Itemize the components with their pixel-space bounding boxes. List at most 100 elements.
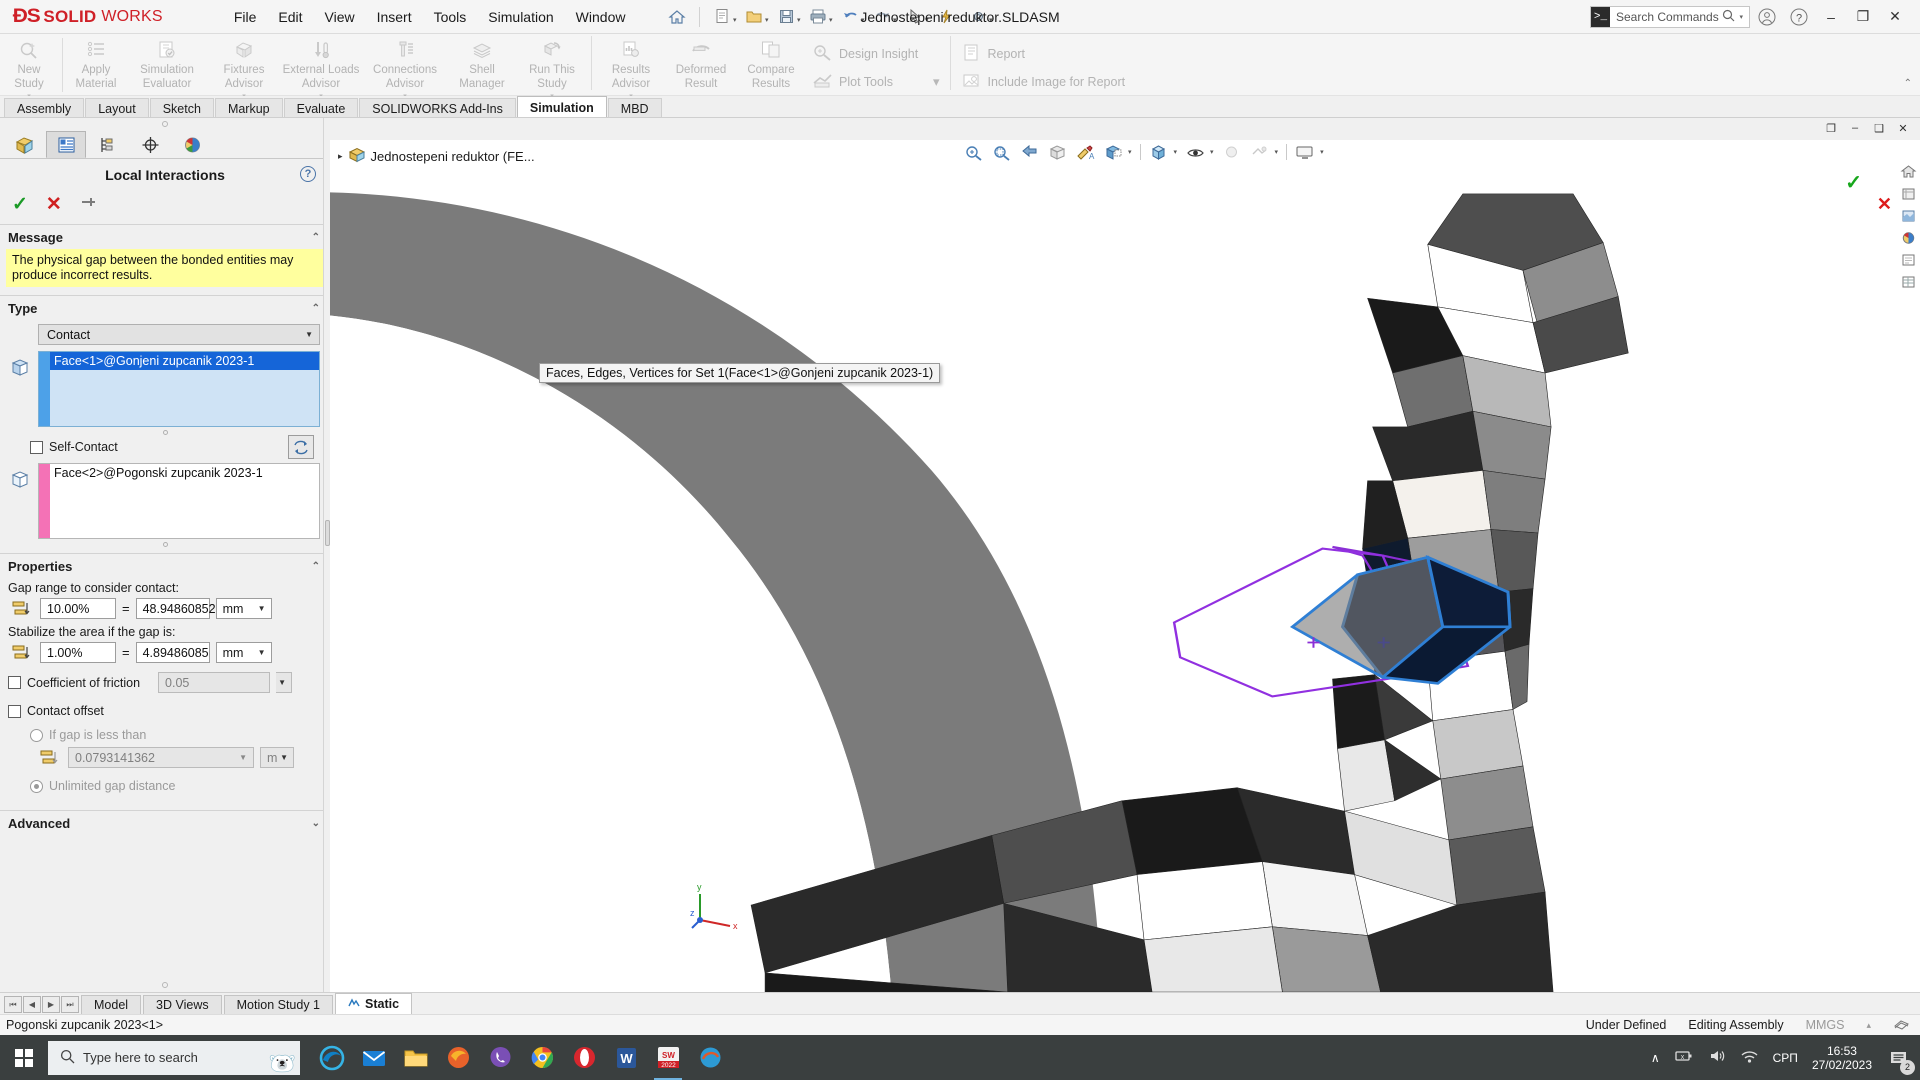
chevron-down-icon[interactable]: ▼ <box>278 678 286 687</box>
design-insight-button[interactable]: Design Insight <box>806 40 946 68</box>
status-units[interactable]: MMGS <box>1806 1018 1845 1032</box>
chevron-down-icon[interactable]: ▾ <box>797 16 801 24</box>
tab-static[interactable]: Static <box>335 993 413 1014</box>
previous-view-icon[interactable] <box>1016 142 1042 162</box>
tab-evaluate[interactable]: Evaluate <box>283 98 359 118</box>
chevron-down-icon[interactable]: ▼ <box>280 753 288 762</box>
mail-icon[interactable] <box>354 1035 394 1080</box>
menu-insert[interactable]: Insert <box>366 4 423 30</box>
taskbar-clock[interactable]: 16:53 27/02/2023 <box>1812 1044 1872 1072</box>
chevron-down-icon[interactable]: ▾ <box>1210 148 1217 156</box>
tab-simulation[interactable]: Simulation <box>516 96 607 118</box>
gap-distance-unit-select[interactable]: m ▼ <box>260 747 294 768</box>
wifi-icon[interactable] <box>1740 1048 1759 1067</box>
help-icon[interactable]: ? <box>300 166 316 182</box>
menu-file[interactable]: File <box>223 4 268 30</box>
view-settings-icon[interactable] <box>1247 142 1273 162</box>
panel-splitter[interactable] <box>323 118 330 992</box>
scenes-icon[interactable] <box>1898 228 1918 247</box>
set2-resize-grip[interactable] <box>0 539 330 549</box>
configuration-manager-tab[interactable] <box>88 131 128 158</box>
gap-range-percent-input[interactable]: 10.00% <box>40 598 116 619</box>
shell-manager-button[interactable]: Shell Manager <box>447 36 517 90</box>
gap-distance-input[interactable]: 0.0793141362 ▼ <box>68 747 254 768</box>
tab-assembly[interactable]: Assembly <box>4 98 85 118</box>
menu-edit[interactable]: Edit <box>267 4 313 30</box>
section-view-icon[interactable] <box>1044 142 1070 162</box>
friction-value-input[interactable]: 0.05 <box>158 672 271 693</box>
tab-nav-prev[interactable]: ◀ <box>23 996 41 1013</box>
status-units-caret-icon[interactable]: ▴ <box>1866 1020 1871 1031</box>
tab-nav-next[interactable]: ▶ <box>42 996 60 1013</box>
menu-tools[interactable]: Tools <box>423 4 478 30</box>
coefficient-of-friction-checkbox[interactable] <box>8 676 21 689</box>
chevron-down-icon[interactable]: ▾ <box>893 16 897 24</box>
display-style-icon[interactable] <box>1219 142 1245 162</box>
chevron-down-icon[interactable]: ▾ <box>1275 148 1282 156</box>
rebuild-icon[interactable] <box>931 4 961 30</box>
confirmation-corner-cancel[interactable]: ✕ <box>1877 194 1892 215</box>
home-view-icon[interactable] <box>1898 162 1918 181</box>
accept-button[interactable]: ✓ <box>12 193 28 216</box>
zoom-to-fit-icon[interactable] <box>960 142 986 162</box>
microsoft-edge-icon[interactable] <box>312 1035 352 1080</box>
solidworks-icon[interactable]: SW 2022 <box>648 1035 688 1080</box>
stabilize-percent-input[interactable]: 1.00% <box>40 642 116 663</box>
menu-window[interactable]: Window <box>565 4 637 30</box>
feature-manager-tab[interactable] <box>4 131 44 158</box>
volume-icon[interactable] <box>1708 1048 1726 1067</box>
property-manager-tab[interactable] <box>46 131 86 158</box>
battery-icon[interactable]: x <box>1674 1048 1694 1067</box>
chevron-down-icon[interactable]: ▼ <box>239 753 247 762</box>
chevron-down-icon[interactable]: ▼ <box>258 604 266 613</box>
options-gear-icon[interactable]: ▾ <box>963 4 993 30</box>
contact-offset-checkbox[interactable] <box>8 704 21 718</box>
connections-advisor-button[interactable]: Connections Advisor ▾ <box>363 36 447 100</box>
graphics-restore-button[interactable]: ❐ <box>1820 119 1842 137</box>
chevron-down-icon[interactable]: ▾ <box>1128 148 1135 156</box>
unlimited-gap-radio[interactable] <box>30 779 43 793</box>
stabilize-unit-select[interactable]: mm ▼ <box>215 642 272 663</box>
tab-3d-views[interactable]: 3D Views <box>143 995 222 1014</box>
help-icon[interactable]: ? <box>1784 3 1814 31</box>
windows-start-icon[interactable] <box>0 1035 48 1080</box>
firefox-icon[interactable] <box>438 1035 478 1080</box>
results-advisor-button[interactable]: Results Advisor ▾ <box>596 36 666 100</box>
print-icon[interactable]: ▾ <box>803 4 833 30</box>
chevron-down-icon[interactable]: ▾ <box>933 74 940 90</box>
home-icon[interactable] <box>662 4 692 30</box>
set1-listbox[interactable]: Face<1>@Gonjeni zupcanik 2023-1 <box>38 351 320 427</box>
open-folder-icon[interactable]: ▾ <box>739 4 769 30</box>
overlay-icon[interactable] <box>1893 1017 1910 1034</box>
chevron-down-icon[interactable]: ▼ <box>305 330 313 339</box>
swap-sets-button[interactable] <box>288 435 314 459</box>
list-item[interactable]: Face<1>@Gonjeni zupcanik 2023-1 <box>50 352 319 370</box>
set1-list-inner[interactable]: Face<1>@Gonjeni zupcanik 2023-1 <box>50 352 319 426</box>
tab-layout[interactable]: Layout <box>85 98 149 118</box>
section-header-advanced[interactable]: Advanced ⌄ <box>0 810 330 835</box>
section-header-properties[interactable]: Properties ⌃ <box>0 553 330 578</box>
confirmation-corner-accept[interactable]: ✓ <box>1845 170 1862 195</box>
menu-simulation[interactable]: Simulation <box>477 4 564 30</box>
compare-results-button[interactable]: Compare Results <box>736 36 806 90</box>
section-header-type[interactable]: Type ⌃ <box>0 295 330 320</box>
chevron-down-icon[interactable]: ⌄ <box>312 818 320 829</box>
graphics-minimize-button[interactable]: – <box>1844 119 1866 137</box>
stabilize-value-input[interactable]: 4.89486085 <box>135 642 210 663</box>
decals-icon[interactable] <box>1898 250 1918 269</box>
window-close-button[interactable]: ✕ <box>1880 2 1910 32</box>
view-orientation-icon[interactable] <box>1146 142 1172 162</box>
chevron-up-icon[interactable]: ⌃ <box>312 561 320 572</box>
report-button[interactable]: Report <box>955 40 1132 68</box>
deformed-result-button[interactable]: Deformed Result <box>666 36 736 90</box>
panel-grip-top[interactable] <box>0 118 330 130</box>
chevron-down-icon[interactable]: ▾ <box>829 16 833 24</box>
run-this-study-button[interactable]: Run This Study ▾ <box>517 36 587 100</box>
chevron-down-icon[interactable]: ▾ <box>1739 13 1749 21</box>
collapse-ribbon-icon[interactable]: ⌃ <box>1904 78 1912 89</box>
chevron-down-icon[interactable]: ▾ <box>1320 148 1327 156</box>
new-study-button[interactable]: New Study ▾ <box>0 36 58 100</box>
friction-dropdown[interactable]: ▼ <box>276 672 293 693</box>
view-orientation-cube-icon[interactable] <box>1898 184 1918 203</box>
gap-range-unit-select[interactable]: mm ▼ <box>215 598 272 619</box>
